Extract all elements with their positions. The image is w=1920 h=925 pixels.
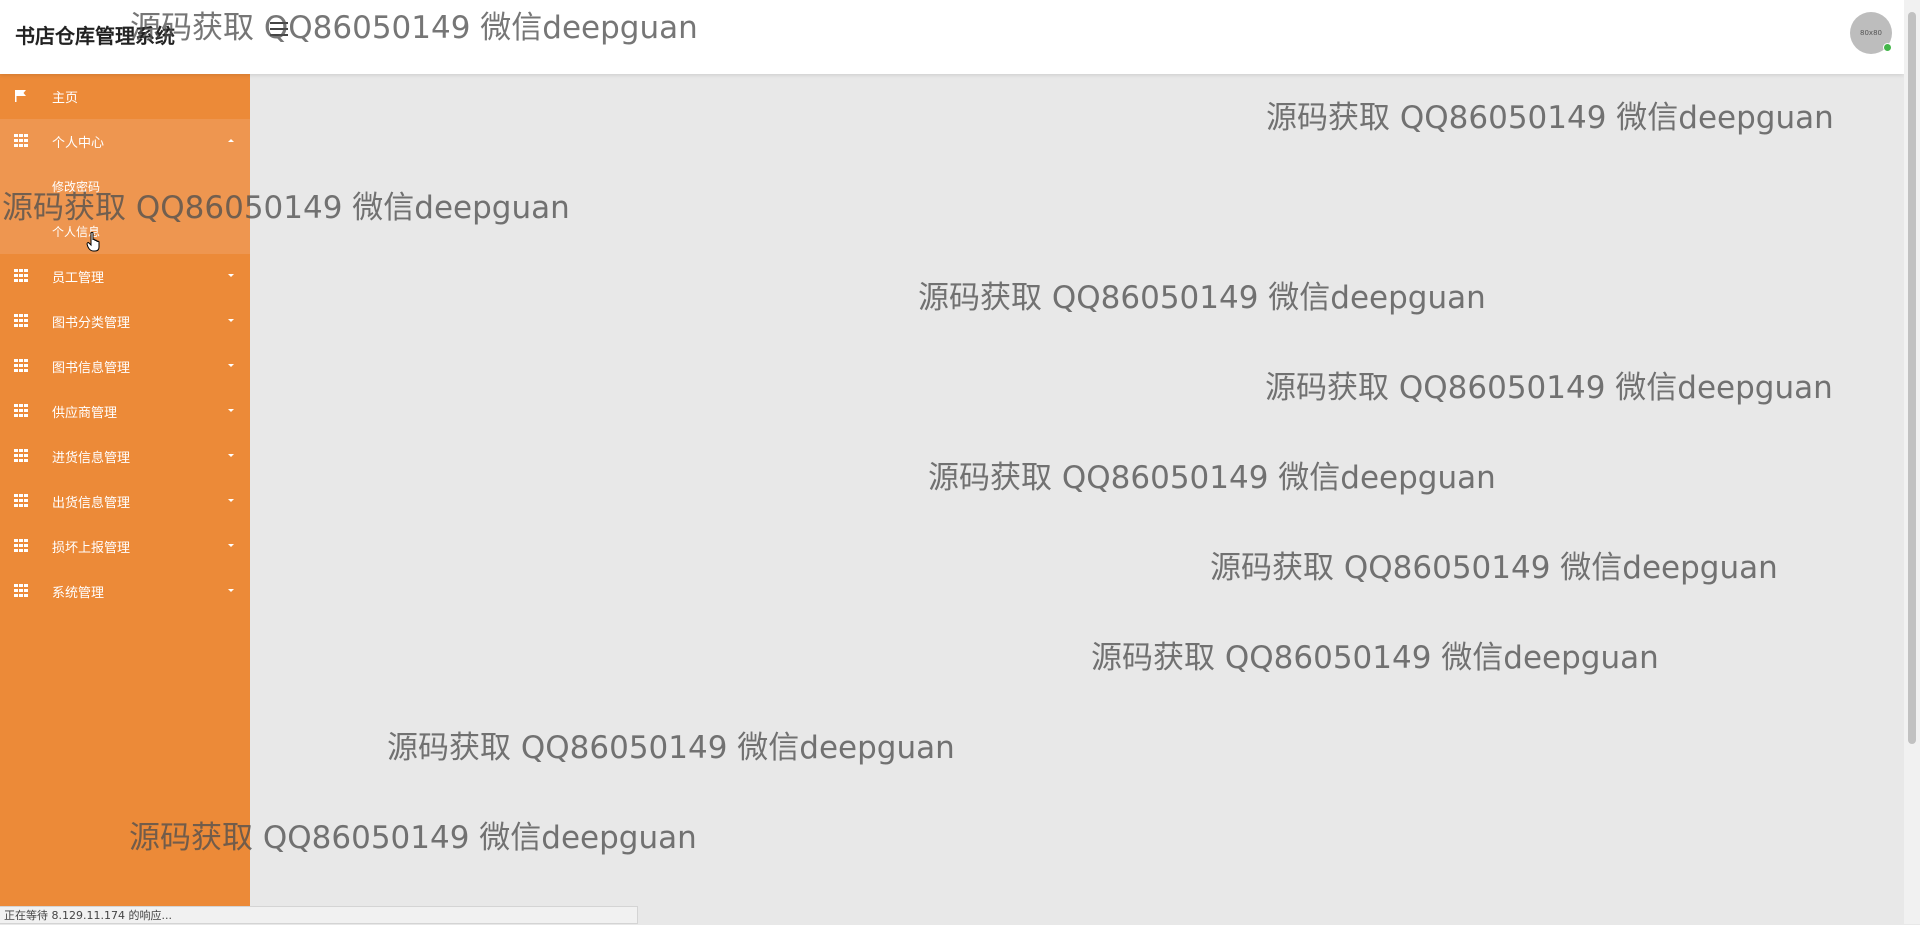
watermark-text: 源码获取 QQ86050149 微信deepguan — [1266, 100, 1834, 136]
sidebar-item-label: 员工管理 — [52, 271, 105, 286]
browser-status-bar: 正在等待 8.129.11.174 的响应... — [0, 906, 638, 924]
watermark-text: 源码获取 QQ86050149 微信deepguan — [1210, 550, 1778, 586]
sidebar-item-label: 出货信息管理 — [52, 496, 131, 511]
avatar[interactable]: 80x80 — [1850, 12, 1892, 54]
chevron-down-icon — [228, 364, 234, 367]
sidebar-item-book-category[interactable]: 图书分类管理 — [0, 299, 250, 344]
sidebar-subitem-label: 修改密码 — [52, 180, 101, 194]
sidebar-item-label: 损坏上报管理 — [52, 541, 131, 556]
sidebar-item-shipment[interactable]: 出货信息管理 — [0, 479, 250, 524]
watermark-text: 源码获取 QQ86050149 微信deepguan — [387, 730, 955, 766]
watermark-text: 源码获取 QQ86050149 微信deepguan — [1265, 370, 1833, 406]
sidebar-item-label: 系统管理 — [52, 586, 105, 601]
online-status-dot — [1883, 43, 1892, 52]
grid-icon — [14, 539, 28, 553]
app-title: 书店仓库管理系统 — [15, 24, 175, 48]
mouse-pointer-icon — [86, 232, 100, 252]
sidebar-item-damage-report[interactable]: 损坏上报管理 — [0, 524, 250, 569]
grid-icon — [14, 314, 28, 328]
sidebar-item-staff[interactable]: 员工管理 — [0, 254, 250, 299]
submenu-personal-center: 修改密码 个人信息 — [0, 164, 250, 254]
sidebar: 主页 个人中心 修改密码 个人信息 员工管理 图书分类管理 图书信息管理 供应商… — [0, 74, 250, 906]
sidebar-item-book-info[interactable]: 图书信息管理 — [0, 344, 250, 389]
watermark-text: 源码获取 QQ86050149 微信deepguan — [918, 280, 1486, 316]
watermark-text: 源码获取 QQ86050149 微信deepguan — [1091, 640, 1659, 676]
chevron-down-icon — [228, 319, 234, 322]
sidebar-item-supplier[interactable]: 供应商管理 — [0, 389, 250, 434]
grid-icon — [14, 404, 28, 418]
sidebar-item-label: 个人中心 — [52, 136, 105, 151]
chevron-down-icon — [228, 499, 234, 502]
chevron-down-icon — [228, 544, 234, 547]
sidebar-item-label: 进货信息管理 — [52, 451, 131, 466]
sidebar-item-label: 供应商管理 — [52, 406, 118, 421]
grid-icon — [14, 134, 28, 148]
grid-icon — [14, 449, 28, 463]
sidebar-item-purchase[interactable]: 进货信息管理 — [0, 434, 250, 479]
sidebar-item-home[interactable]: 主页 — [0, 74, 250, 119]
avatar-placeholder-text: 80x80 — [1860, 29, 1882, 37]
scrollbar-thumb[interactable] — [1908, 12, 1916, 744]
sidebar-subitem-change-password[interactable]: 修改密码 — [0, 164, 250, 209]
sidebar-item-label: 主页 — [52, 91, 79, 106]
sidebar-item-personal-center[interactable]: 个人中心 — [0, 119, 250, 164]
chevron-down-icon — [228, 454, 234, 457]
sidebar-item-label: 图书分类管理 — [52, 316, 131, 331]
hamburger-menu-icon[interactable] — [270, 22, 288, 38]
grid-icon — [14, 359, 28, 373]
sidebar-subitem-personal-info[interactable]: 个人信息 — [0, 209, 250, 254]
chevron-down-icon — [228, 589, 234, 592]
chevron-down-icon — [228, 409, 234, 412]
chevron-up-icon — [228, 139, 234, 142]
flag-icon — [15, 90, 26, 102]
top-header: 书店仓库管理系统 80x80 — [0, 0, 1904, 74]
grid-icon — [14, 584, 28, 598]
chevron-down-icon — [228, 274, 234, 277]
vertical-scrollbar[interactable] — [1904, 0, 1920, 924]
sidebar-item-label: 图书信息管理 — [52, 361, 131, 376]
grid-icon — [14, 494, 28, 508]
watermark-text: 源码获取 QQ86050149 微信deepguan — [928, 460, 1496, 496]
grid-icon — [14, 269, 28, 283]
sidebar-item-system[interactable]: 系统管理 — [0, 569, 250, 614]
